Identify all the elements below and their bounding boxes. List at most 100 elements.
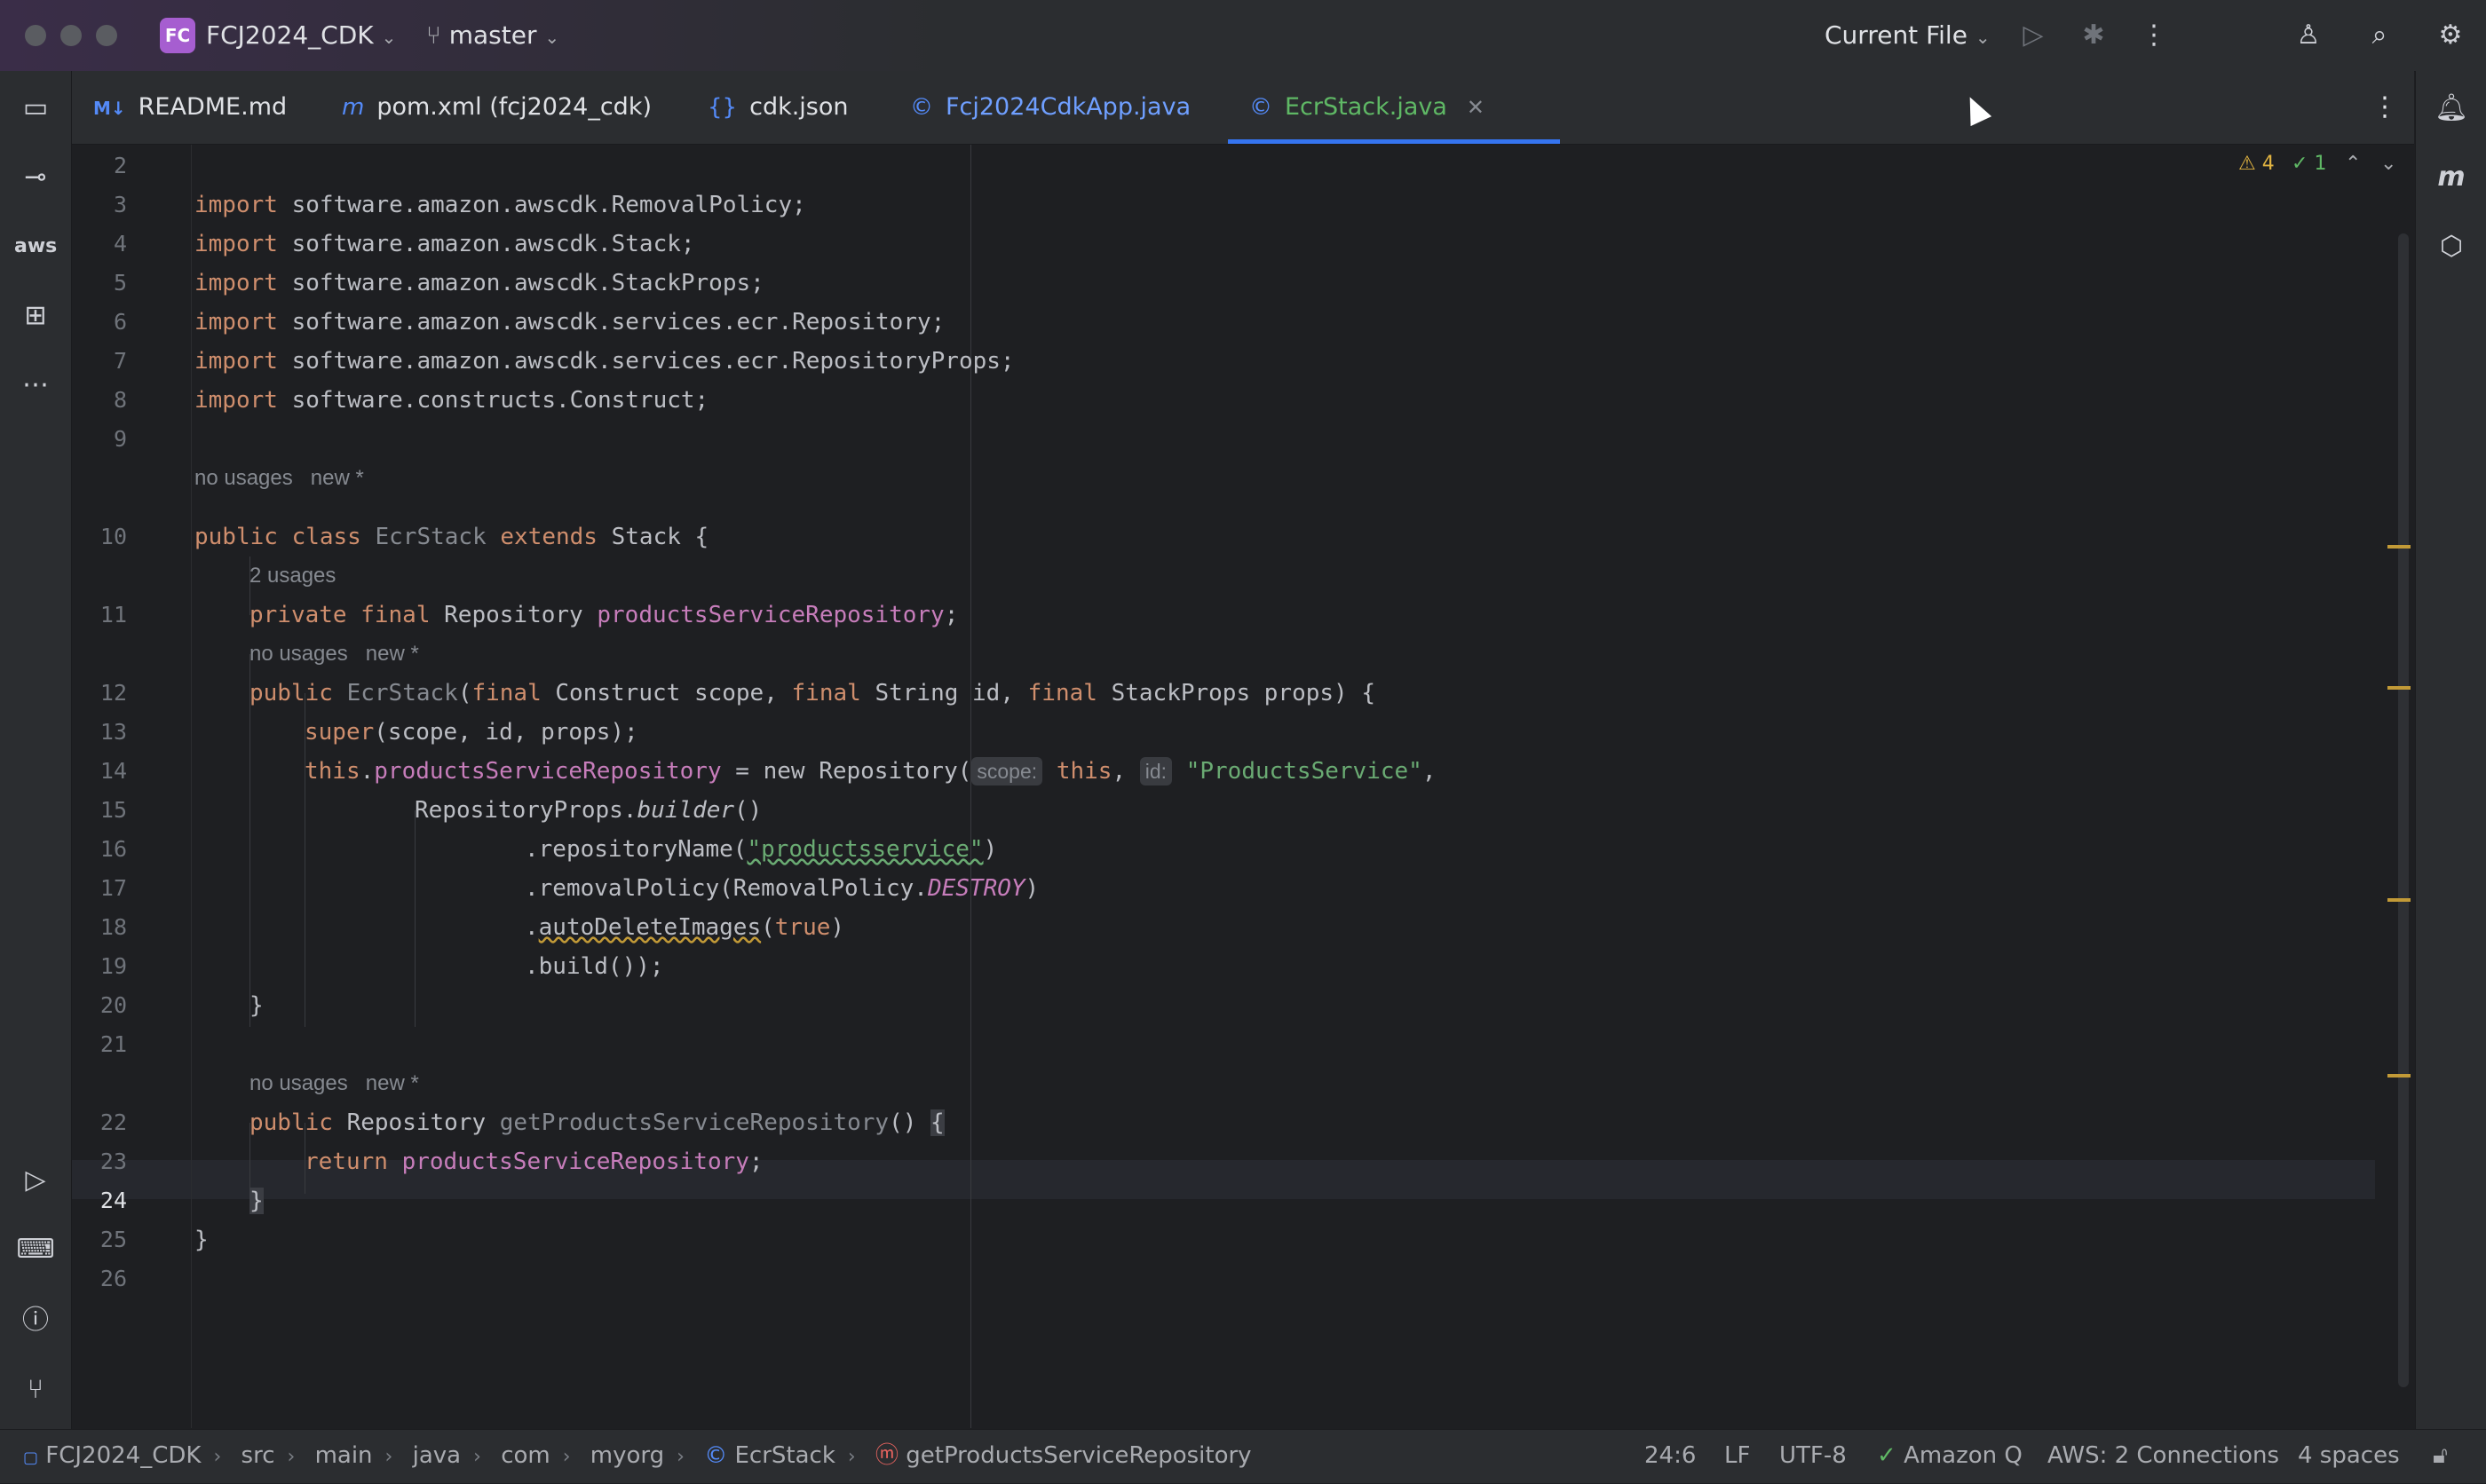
line-number: 3 bbox=[113, 192, 127, 217]
line-number: 19 bbox=[99, 953, 127, 979]
problems-icon[interactable]: ⓘ bbox=[14, 1299, 57, 1342]
maven-icon[interactable]: m bbox=[2430, 156, 2473, 199]
line-number: 22 bbox=[99, 1109, 127, 1135]
markdown-icon: M↓ bbox=[93, 98, 126, 119]
settings-gear-icon[interactable]: ⚙ bbox=[2433, 18, 2468, 53]
line-number: 9 bbox=[113, 426, 127, 452]
indent-setting[interactable]: 4 spaces bbox=[2298, 1430, 2400, 1481]
breadcrumb-item[interactable]: java bbox=[413, 1442, 461, 1469]
warnings-counter[interactable]: ⚠ 4 bbox=[2238, 150, 2275, 178]
usage-hint[interactable]: no usages new * bbox=[194, 459, 364, 498]
usage-hint[interactable]: no usages new * bbox=[249, 1064, 419, 1103]
warning-stripe-mark[interactable] bbox=[2387, 898, 2411, 902]
line-number: 24 bbox=[99, 1188, 127, 1213]
code-line-8: import software.constructs.Construct; bbox=[194, 387, 709, 414]
minimize-window-button[interactable] bbox=[60, 25, 82, 46]
tab-label: cdk.json bbox=[749, 93, 849, 121]
commit-icon[interactable]: ⊸ bbox=[14, 156, 57, 199]
notifications-bell-icon[interactable]: 🔔︎ bbox=[2430, 87, 2473, 130]
code-editor[interactable]: 2 3 4 5 6 7 8 9 10 11 12 13 14 15 16 17 … bbox=[72, 145, 2414, 1428]
more-tools-icon[interactable]: ⋯ bbox=[14, 364, 57, 407]
tab-readme[interactable]: M↓ README.md bbox=[93, 71, 287, 144]
amazon-q-icon[interactable]: ⬡ bbox=[2430, 225, 2473, 268]
code-line-5: import software.amazon.awscdk.StackProps… bbox=[194, 270, 764, 296]
breadcrumb: ▢ FCJ2024_CDK › src › main › java › com › myo… bbox=[23, 1430, 1252, 1484]
usage-hint[interactable]: no usages new * bbox=[249, 635, 419, 674]
more-actions-icon[interactable]: ⋮ bbox=[2136, 18, 2172, 53]
code-line-7: import software.amazon.awscdk.services.e… bbox=[194, 348, 1015, 375]
code-line-16: .repositoryName("productsservice") bbox=[525, 836, 998, 863]
tab-label: README.md bbox=[138, 93, 288, 121]
project-selector[interactable]: FCJ2024_CDK ⌄ bbox=[206, 18, 396, 55]
code-line-6: import software.amazon.awscdk.services.e… bbox=[194, 309, 946, 335]
previous-highlight-icon[interactable]: ⌃ bbox=[2345, 150, 2361, 178]
tab-ecrstack[interactable]: © EcrStack.java ✕ bbox=[1228, 71, 1560, 144]
tab-fcj2024cdkapp[interactable]: © Fcj2024CdkApp.java bbox=[910, 71, 1191, 144]
close-tab-icon[interactable]: ✕ bbox=[1467, 95, 1484, 120]
line-separator[interactable]: LF bbox=[1724, 1430, 1750, 1481]
method-icon: ⓜ bbox=[875, 1442, 899, 1469]
warning-stripe-mark[interactable] bbox=[2387, 686, 2411, 690]
close-window-button[interactable] bbox=[25, 25, 46, 46]
breadcrumb-item[interactable]: myorg bbox=[590, 1442, 664, 1469]
tab-cdk-json[interactable]: {} cdk.json bbox=[708, 71, 849, 144]
maven-file-icon: m bbox=[342, 94, 365, 121]
line-number: 14 bbox=[99, 758, 127, 784]
project-badge[interactable]: FC bbox=[160, 18, 195, 53]
tab-pom[interactable]: m pom.xml (fcj2024_cdk) bbox=[342, 71, 652, 144]
caret-position[interactable]: 24:6 bbox=[1644, 1430, 1696, 1481]
amazon-q-status[interactable]: ✓ Amazon Q bbox=[1877, 1430, 2023, 1481]
zoom-window-button[interactable] bbox=[96, 25, 117, 46]
code-line-11: private final Repository productsService… bbox=[249, 602, 959, 628]
chevron-down-icon: ⌄ bbox=[544, 27, 560, 48]
code-line-4: import software.amazon.awscdk.Stack; bbox=[194, 231, 695, 257]
run-config-label: Current File bbox=[1825, 20, 1967, 50]
chevron-right-icon: › bbox=[473, 1446, 481, 1468]
usage-hint[interactable]: 2 usages bbox=[249, 556, 336, 596]
debug-icon[interactable]: ✱ bbox=[2076, 18, 2111, 53]
run-icon[interactable]: ▷ bbox=[2015, 18, 2051, 53]
left-tool-window-bar: ▭ ⊸ aws ⊞ ⋯ ▷ ⌨ ⓘ ⑂ bbox=[0, 71, 72, 1429]
search-icon[interactable]: ⌕ bbox=[2362, 18, 2397, 53]
chevron-right-icon: › bbox=[287, 1446, 296, 1468]
lock-icon[interactable]: 🔓︎ bbox=[2433, 1430, 2448, 1481]
line-number: 10 bbox=[99, 524, 127, 549]
aws-toolkit-icon[interactable]: aws bbox=[14, 225, 57, 268]
java-class-icon: © bbox=[1249, 94, 1272, 121]
next-highlight-icon[interactable]: ⌄ bbox=[2380, 150, 2396, 178]
line-number: 17 bbox=[99, 875, 127, 901]
tab-actions-icon[interactable]: ⋮ bbox=[2371, 71, 2398, 144]
warning-stripe-mark[interactable] bbox=[2387, 1074, 2411, 1077]
breadcrumb-item[interactable]: main bbox=[315, 1442, 373, 1469]
branch-selector[interactable]: ⑂ master ⌄ bbox=[426, 18, 559, 55]
git-icon[interactable]: ⑂ bbox=[14, 1369, 57, 1411]
breadcrumb-item[interactable]: FCJ2024_CDK bbox=[45, 1442, 201, 1469]
line-number: 8 bbox=[113, 387, 127, 413]
add-user-icon[interactable]: ♙ bbox=[2291, 18, 2326, 53]
file-encoding[interactable]: UTF-8 bbox=[1779, 1430, 1847, 1481]
typo-ok-counter[interactable]: ✓ 1 bbox=[2292, 150, 2326, 178]
services-icon[interactable]: ▷ bbox=[14, 1159, 57, 1202]
tab-label: EcrStack.java bbox=[1285, 93, 1447, 121]
vertical-scrollbar[interactable] bbox=[2398, 233, 2409, 1387]
tab-label: Fcj2024CdkApp.java bbox=[946, 93, 1192, 121]
breadcrumb-item[interactable]: com bbox=[501, 1442, 550, 1469]
chevron-right-icon: › bbox=[562, 1446, 571, 1468]
code-line-25: } bbox=[194, 1227, 209, 1253]
terminal-icon[interactable]: ⌨ bbox=[14, 1228, 57, 1271]
structure-icon[interactable]: ⊞ bbox=[14, 295, 57, 337]
project-folder-icon[interactable]: ▭ bbox=[14, 87, 57, 130]
branch-name: master bbox=[448, 20, 537, 50]
run-config-selector[interactable]: Current File ⌄ bbox=[1825, 18, 1991, 55]
code-line-10: public class EcrStack extends Stack { bbox=[194, 524, 709, 550]
line-number: 5 bbox=[113, 270, 127, 296]
aws-connections[interactable]: AWS: 2 Connections bbox=[2047, 1430, 2279, 1481]
breadcrumb-item[interactable]: src bbox=[241, 1442, 275, 1469]
breadcrumb-item[interactable]: getProductsServiceRepository bbox=[906, 1442, 1251, 1469]
breadcrumb-item[interactable]: EcrStack bbox=[735, 1442, 835, 1469]
status-bar: ▢ FCJ2024_CDK › src › main › java › com › myo… bbox=[0, 1429, 2486, 1483]
line-number: 15 bbox=[99, 797, 127, 823]
project-name: FCJ2024_CDK bbox=[206, 20, 374, 50]
warning-stripe-mark[interactable] bbox=[2387, 545, 2411, 549]
chevron-right-icon: › bbox=[384, 1446, 393, 1468]
